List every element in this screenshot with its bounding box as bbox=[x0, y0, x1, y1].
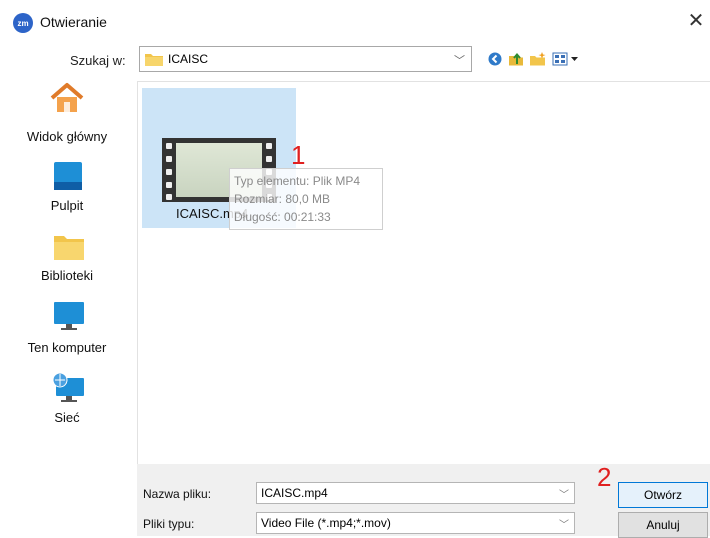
place-network[interactable]: Sieć bbox=[0, 372, 134, 432]
view-menu-icon bbox=[552, 52, 578, 66]
tooltip-size: Rozmiar: 80,0 MB bbox=[234, 192, 331, 206]
place-computer[interactable]: Ten komputer bbox=[0, 302, 134, 362]
cancel-button[interactable]: Anuluj bbox=[618, 512, 708, 538]
close-icon: ✕ bbox=[687, 10, 705, 32]
home-icon bbox=[50, 83, 84, 112]
place-label: Biblioteki bbox=[40, 268, 94, 283]
file-tooltip: Typ elementu: Plik MP4 Rozmiar: 80,0 MB … bbox=[229, 168, 383, 230]
lookin-dropdown[interactable]: ICAISC ﹀ bbox=[139, 46, 472, 72]
new-folder-icon bbox=[530, 52, 546, 66]
back-icon bbox=[488, 52, 502, 66]
network-icon bbox=[52, 372, 84, 402]
chevron-down-icon[interactable]: ﹀ bbox=[559, 516, 569, 531]
places-bar: Widok główny Pulpit Biblioteki Ten kompu… bbox=[0, 82, 134, 462]
annotation-marker-2: 2 bbox=[597, 462, 612, 492]
app-icon: zm bbox=[13, 13, 33, 33]
open-button[interactable]: Otwórz bbox=[618, 482, 708, 508]
annotation-marker-1: 1 bbox=[291, 140, 306, 170]
place-label: Pulpit bbox=[50, 198, 84, 213]
desktop-icon bbox=[54, 162, 82, 190]
filename-value: ICAISC.mp4 bbox=[261, 486, 328, 500]
folder-icon bbox=[145, 54, 163, 66]
view-menu-button[interactable] bbox=[552, 49, 580, 69]
tooltip-type: Typ elementu: Plik MP4 bbox=[234, 174, 361, 188]
place-label: Widok główny bbox=[26, 129, 108, 144]
place-label: Sieć bbox=[54, 410, 80, 425]
computer-icon bbox=[54, 302, 84, 330]
place-label: Ten komputer bbox=[27, 340, 107, 355]
chevron-down-icon: ﹀ bbox=[454, 55, 465, 67]
filetype-select[interactable]: Video File (*.mp4;*.mov) ﹀ bbox=[256, 512, 575, 534]
filename-label: Nazwa pliku: bbox=[143, 487, 212, 501]
place-libraries[interactable]: Biblioteki bbox=[0, 232, 134, 292]
close-button[interactable]: ✕ bbox=[686, 10, 706, 32]
filetype-label: Pliki typu: bbox=[143, 517, 195, 531]
chevron-down-icon[interactable]: ﹀ bbox=[559, 486, 569, 501]
title-bar: zm Otwieranie ✕ bbox=[0, 0, 710, 44]
up-folder-icon bbox=[509, 52, 523, 66]
place-desktop[interactable]: Pulpit bbox=[0, 162, 134, 222]
place-home[interactable]: Widok główny bbox=[0, 82, 134, 152]
lookin-value: ICAISC bbox=[168, 52, 209, 66]
libraries-icon bbox=[54, 236, 84, 260]
up-folder-button[interactable] bbox=[508, 49, 524, 69]
new-folder-button[interactable] bbox=[529, 49, 547, 69]
tooltip-length: Długość: 00:21:33 bbox=[234, 210, 331, 224]
back-button[interactable] bbox=[487, 49, 503, 69]
lookin-label: Szukaj w: bbox=[70, 53, 126, 68]
filetype-value: Video File (*.mp4;*.mov) bbox=[261, 516, 391, 530]
window-title: Otwieranie bbox=[40, 14, 107, 30]
filename-input[interactable]: ICAISC.mp4 ﹀ bbox=[256, 482, 575, 504]
